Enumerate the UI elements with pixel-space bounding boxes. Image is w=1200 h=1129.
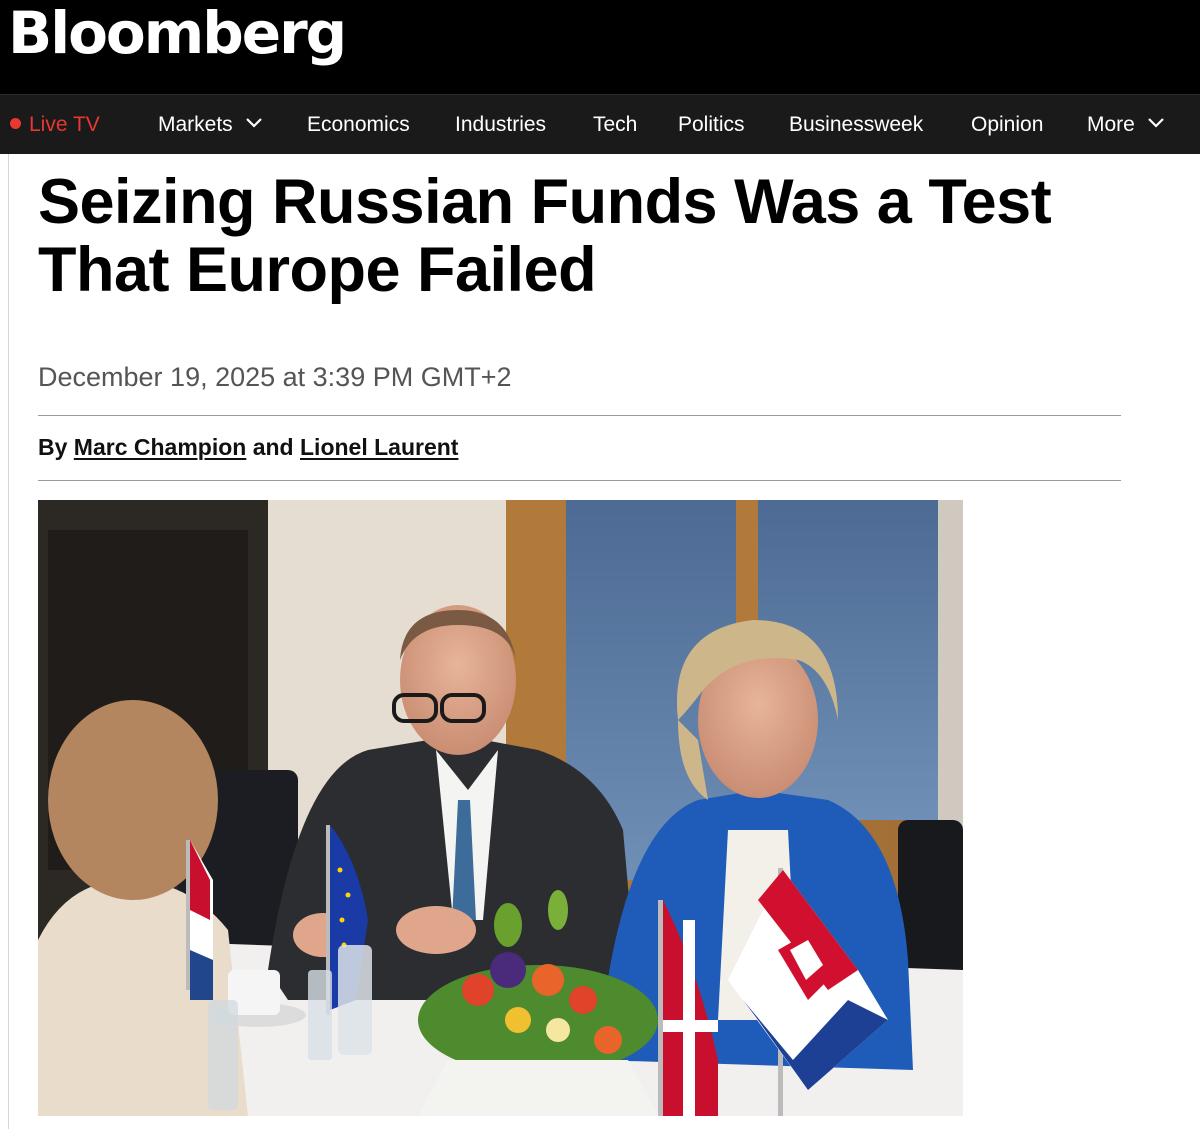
nav-markets-label: Markets (158, 113, 233, 136)
author-link-marc-champion[interactable]: Marc Champion (74, 434, 247, 460)
nav-tech[interactable]: Tech (593, 95, 637, 155)
author-link-lionel-laurent[interactable]: Lionel Laurent (300, 434, 458, 460)
nav-economics[interactable]: Economics (307, 95, 410, 155)
nav-live-tv[interactable]: Live TV (10, 95, 100, 155)
nav-live-tv-label: Live TV (29, 113, 100, 136)
byline-prefix: By (38, 434, 68, 460)
headline-line-1: Seizing Russian Funds Was a Test (38, 167, 1052, 237)
byline: By Marc Champion and Lionel Laurent (38, 432, 458, 462)
nav-opinion[interactable]: Opinion (971, 95, 1043, 155)
bloomberg-logo[interactable]: Bloomberg (8, 0, 347, 68)
live-dot-icon (10, 117, 21, 129)
nav-politics[interactable]: Politics (678, 95, 745, 155)
left-divider (8, 154, 9, 1129)
nav-more-label: More (1087, 113, 1135, 136)
byline-conjunction: and (252, 434, 294, 460)
nav-markets[interactable]: Markets (158, 95, 263, 155)
divider (38, 480, 1121, 481)
chevron-down-icon (1147, 118, 1164, 129)
nav-more[interactable]: More (1087, 95, 1165, 155)
article-hero-image (38, 500, 963, 1116)
divider (38, 415, 1121, 416)
publish-date: December 19, 2025 at 3:39 PM GMT+2 (38, 362, 512, 392)
meeting-photo (38, 500, 963, 1116)
headline-line-2: That Europe Failed (38, 235, 597, 305)
article-headline: Seizing Russian Funds Was a Test That Eu… (38, 168, 1138, 304)
chevron-down-icon (245, 118, 262, 129)
nav-businessweek[interactable]: Businessweek (789, 95, 923, 155)
site-header: Bloomberg (0, 0, 1200, 94)
nav-industries[interactable]: Industries (455, 95, 546, 155)
main-nav: Live TV Markets Economics Industries Tec… (0, 94, 1200, 154)
